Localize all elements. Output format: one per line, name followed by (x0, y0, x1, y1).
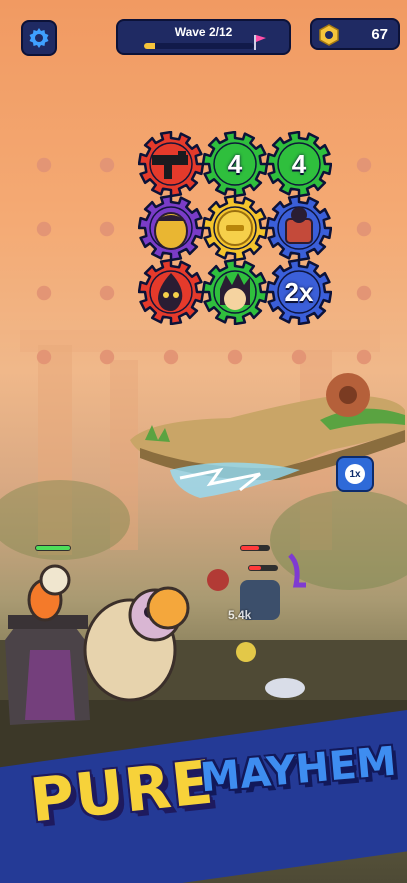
empty-slot-icon[interactable] (290, 348, 308, 366)
wave-panel: Wave 2/12 (116, 19, 291, 55)
game-scene: 4 4 2x Wave 2/12 67 1x 5.4k PURE MAYHEM (0, 0, 407, 883)
gear-shape (201, 194, 269, 262)
gear-shape (265, 194, 333, 262)
empty-slot-icon[interactable] (355, 156, 373, 174)
coin-panel: 67 (310, 18, 400, 50)
empty-slot-icon[interactable] (355, 348, 373, 366)
damage-popup: 5.4k (228, 608, 252, 622)
empty-slot-icon[interactable] (98, 220, 116, 238)
coin-count: 67 (371, 26, 388, 43)
hex-nut-icon (319, 24, 339, 46)
gear-shape (137, 130, 205, 198)
gear-slot[interactable] (137, 258, 205, 326)
speed-label: 1x (345, 464, 365, 484)
empty-slot-icon[interactable] (162, 348, 180, 366)
gear-slot[interactable]: 2x (265, 258, 333, 326)
gear-shape (201, 258, 269, 326)
empty-slot-icon[interactable] (98, 284, 116, 302)
gear-level-label: 4 (291, 148, 307, 179)
speed-toggle-button[interactable]: 1x (336, 456, 374, 492)
gear-slot[interactable] (201, 258, 269, 326)
empty-slot-icon[interactable] (355, 284, 373, 302)
gear-slot[interactable]: 4 (265, 130, 333, 198)
empty-slot-icon[interactable] (35, 284, 53, 302)
empty-slot-icon[interactable] (98, 156, 116, 174)
gear-level-label: 4 (227, 148, 243, 179)
empty-slot-icon[interactable] (226, 348, 244, 366)
gear-shape (137, 258, 205, 326)
flag-icon (254, 35, 266, 50)
empty-slot-icon[interactable] (35, 156, 53, 174)
empty-slot-icon[interactable] (35, 348, 53, 366)
wave-progress-bar (144, 43, 254, 49)
gear-icon (29, 28, 49, 48)
gear-slot[interactable]: 4 (201, 130, 269, 198)
empty-slot-icon[interactable] (35, 220, 53, 238)
gear-slot[interactable] (265, 194, 333, 262)
settings-button[interactable] (21, 20, 57, 56)
wave-progress-fill (144, 43, 155, 49)
empty-slot-icon[interactable] (98, 348, 116, 366)
gear-slot[interactable] (137, 130, 205, 198)
gear-slot[interactable] (201, 194, 269, 262)
gear-shape (137, 194, 205, 262)
multiplier-label: 2x (284, 276, 314, 307)
gear-slot[interactable] (137, 194, 205, 262)
empty-slot-icon[interactable] (355, 220, 373, 238)
